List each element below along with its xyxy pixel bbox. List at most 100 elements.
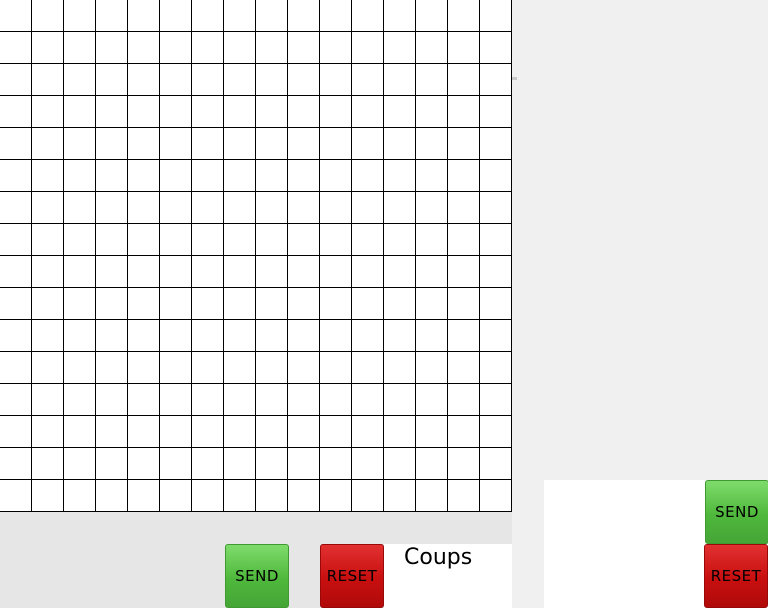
grid-cell[interactable]: [160, 224, 192, 256]
grid-cell[interactable]: [480, 96, 512, 128]
grid-cell[interactable]: [64, 32, 96, 64]
grid-cell[interactable]: [352, 192, 384, 224]
grid-cell[interactable]: [416, 128, 448, 160]
grid-cell[interactable]: [256, 192, 288, 224]
grid-cell[interactable]: [160, 448, 192, 480]
grid-cell[interactable]: [128, 128, 160, 160]
grid-cell[interactable]: [32, 448, 64, 480]
grid-cell[interactable]: [64, 192, 96, 224]
grid-cell[interactable]: [384, 448, 416, 480]
grid-cell[interactable]: [416, 160, 448, 192]
grid-cell[interactable]: [192, 256, 224, 288]
grid-cell[interactable]: [480, 256, 512, 288]
grid-cell[interactable]: [448, 64, 480, 96]
grid-cell[interactable]: [96, 0, 128, 32]
grid-cell[interactable]: [128, 160, 160, 192]
grid-cell[interactable]: [160, 64, 192, 96]
grid-cell[interactable]: [288, 32, 320, 64]
grid-cell[interactable]: [160, 288, 192, 320]
grid-cell[interactable]: [480, 352, 512, 384]
grid-cell[interactable]: [0, 480, 32, 512]
grid-cell[interactable]: [320, 320, 352, 352]
grid-cell[interactable]: [352, 96, 384, 128]
grid-cell[interactable]: [96, 256, 128, 288]
grid-cell[interactable]: [192, 288, 224, 320]
grid-cell[interactable]: [320, 384, 352, 416]
grid-cell[interactable]: [448, 384, 480, 416]
grid-cell[interactable]: [352, 224, 384, 256]
grid-cell[interactable]: [160, 160, 192, 192]
grid-cell[interactable]: [480, 128, 512, 160]
grid-cell[interactable]: [96, 448, 128, 480]
grid-cell[interactable]: [352, 352, 384, 384]
grid-cell[interactable]: [32, 320, 64, 352]
grid-cell[interactable]: [384, 288, 416, 320]
grid-cell[interactable]: [320, 160, 352, 192]
grid-cell[interactable]: [64, 320, 96, 352]
grid-cell[interactable]: [256, 256, 288, 288]
grid-cell[interactable]: [288, 256, 320, 288]
grid-cell[interactable]: [64, 160, 96, 192]
grid-cell[interactable]: [192, 224, 224, 256]
grid-cell[interactable]: [480, 384, 512, 416]
grid-cell[interactable]: [448, 320, 480, 352]
grid-cell[interactable]: [128, 224, 160, 256]
grid-cell[interactable]: [32, 288, 64, 320]
grid-cell[interactable]: [288, 448, 320, 480]
grid-cell[interactable]: [32, 128, 64, 160]
grid-cell[interactable]: [96, 416, 128, 448]
grid-cell[interactable]: [416, 416, 448, 448]
grid-cell[interactable]: [352, 160, 384, 192]
grid-cell[interactable]: [288, 224, 320, 256]
grid-cell[interactable]: [224, 192, 256, 224]
grid-cell[interactable]: [288, 192, 320, 224]
grid-cell[interactable]: [0, 224, 32, 256]
grid-cell[interactable]: [96, 320, 128, 352]
grid-cell[interactable]: [0, 160, 32, 192]
grid-cell[interactable]: [128, 384, 160, 416]
grid-cell[interactable]: [416, 352, 448, 384]
grid-cell[interactable]: [384, 224, 416, 256]
grid-cell[interactable]: [96, 192, 128, 224]
grid-cell[interactable]: [352, 448, 384, 480]
grid-cell[interactable]: [224, 160, 256, 192]
grid-cell[interactable]: [384, 480, 416, 512]
grid-cell[interactable]: [320, 64, 352, 96]
grid-cell[interactable]: [288, 160, 320, 192]
grid-cell[interactable]: [64, 96, 96, 128]
grid-cell[interactable]: [384, 192, 416, 224]
grid-cell[interactable]: [224, 352, 256, 384]
grid-cell[interactable]: [128, 352, 160, 384]
grid-cell[interactable]: [224, 288, 256, 320]
grid-cell[interactable]: [256, 416, 288, 448]
grid-cell[interactable]: [64, 128, 96, 160]
grid-cell[interactable]: [256, 128, 288, 160]
grid-cell[interactable]: [256, 448, 288, 480]
grid-cell[interactable]: [0, 384, 32, 416]
grid-cell[interactable]: [128, 288, 160, 320]
grid-cell[interactable]: [160, 32, 192, 64]
grid-cell[interactable]: [480, 416, 512, 448]
grid-cell[interactable]: [96, 480, 128, 512]
grid-cell[interactable]: [320, 480, 352, 512]
grid-cell[interactable]: [352, 256, 384, 288]
grid-cell[interactable]: [64, 352, 96, 384]
grid-cell[interactable]: [96, 32, 128, 64]
grid-cell[interactable]: [32, 0, 64, 32]
grid-cell[interactable]: [224, 448, 256, 480]
grid-cell[interactable]: [320, 416, 352, 448]
grid-cell[interactable]: [160, 320, 192, 352]
grid-cell[interactable]: [352, 416, 384, 448]
grid-cell[interactable]: [32, 192, 64, 224]
grid-cell[interactable]: [384, 416, 416, 448]
grid-cell[interactable]: [0, 192, 32, 224]
grid-cell[interactable]: [256, 96, 288, 128]
grid-cell[interactable]: [160, 256, 192, 288]
grid-cell[interactable]: [128, 480, 160, 512]
grid-cell[interactable]: [224, 0, 256, 32]
grid-cell[interactable]: [288, 384, 320, 416]
grid-cell[interactable]: [416, 224, 448, 256]
grid-cell[interactable]: [320, 96, 352, 128]
send-button[interactable]: SEND: [225, 544, 289, 608]
grid-cell[interactable]: [480, 32, 512, 64]
